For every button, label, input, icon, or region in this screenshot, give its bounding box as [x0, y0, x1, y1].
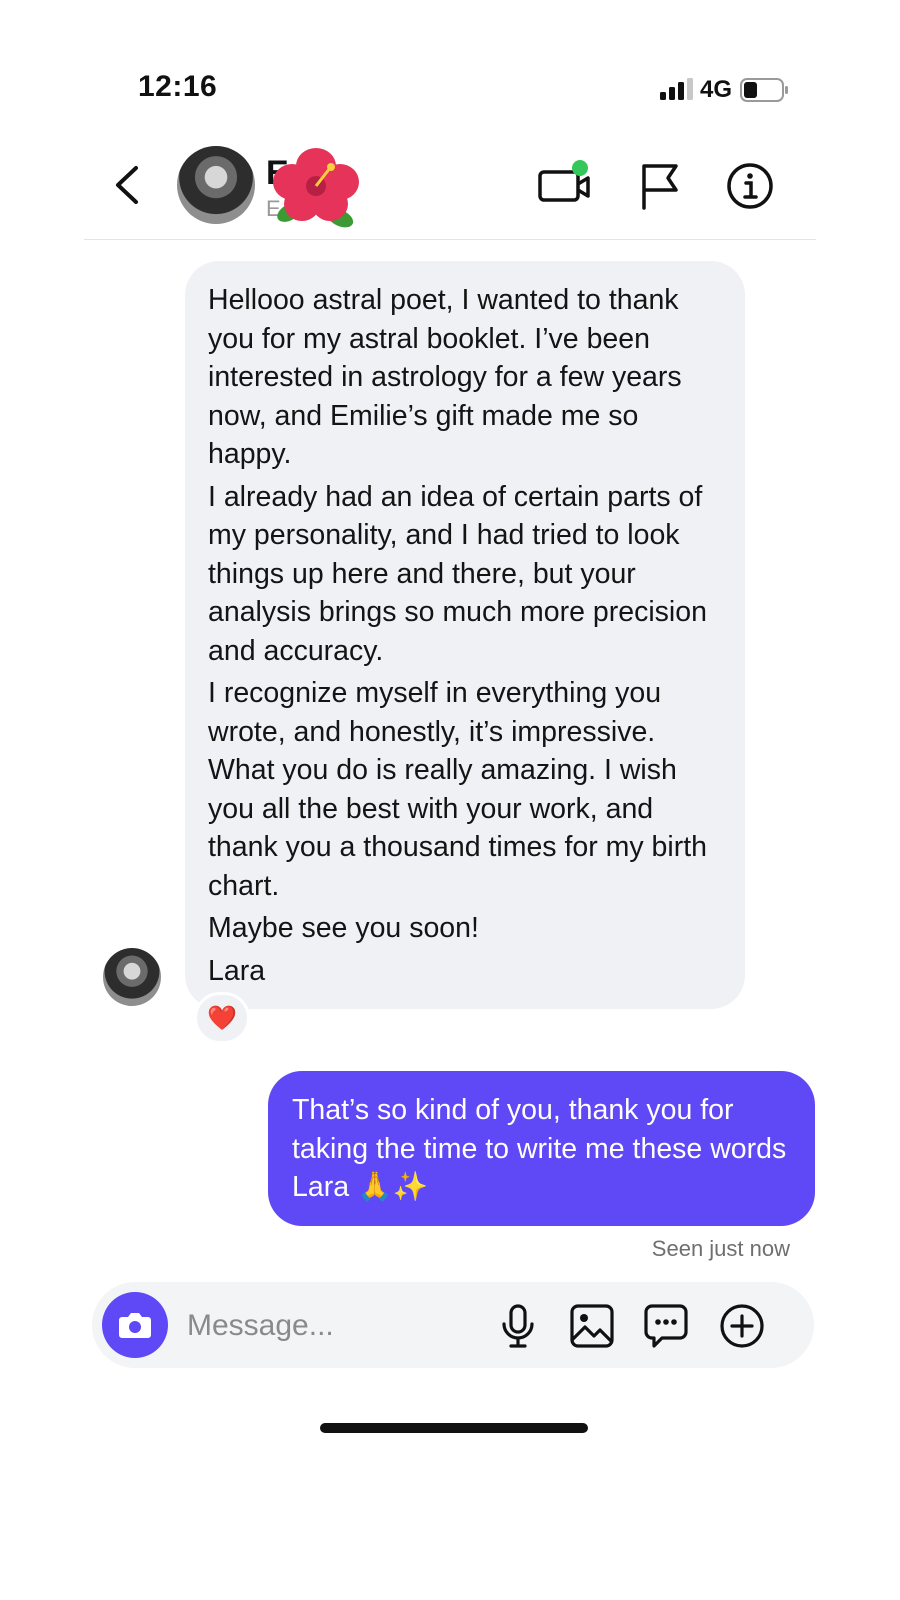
seen-status: Seen just now — [651, 1236, 790, 1261]
contact-avatar[interactable] — [177, 146, 255, 224]
message-paragraph: I recognize myself in everything you wro… — [208, 677, 708, 902]
plus-circle-icon[interactable] — [718, 1302, 766, 1350]
camera-icon — [119, 1313, 151, 1338]
message-paragraph: Hellooo astral poet, I wanted to thank y… — [208, 284, 682, 470]
microphone-icon[interactable] — [494, 1302, 542, 1350]
online-dot-icon — [572, 160, 588, 176]
sticker-chat-icon[interactable] — [642, 1302, 690, 1350]
flag-icon[interactable] — [632, 158, 688, 214]
status-time: 12:16 — [138, 70, 218, 103]
camera-button[interactable] — [102, 1292, 168, 1358]
back-icon[interactable] — [110, 160, 146, 210]
heart-reaction-icon[interactable]: ❤️ — [194, 992, 250, 1044]
outgoing-message-text: That’s so kind of you, thank you for tak… — [292, 1094, 787, 1203]
header-divider — [84, 239, 816, 240]
outgoing-message-bubble[interactable]: That’s so kind of you, thank you for tak… — [268, 1071, 815, 1226]
info-icon[interactable] — [722, 158, 778, 214]
sender-avatar[interactable] — [103, 948, 161, 1006]
message-input[interactable] — [185, 1300, 489, 1352]
hibiscus-sticker-icon — [273, 148, 359, 228]
message-paragraph: Maybe see you soon! — [208, 912, 479, 944]
home-indicator[interactable] — [320, 1423, 588, 1433]
message-paragraph: I already had an idea of certain parts o… — [208, 480, 707, 667]
network-type: 4G — [700, 76, 733, 103]
message-signature: Lara — [208, 954, 266, 987]
signal-icon — [660, 78, 693, 100]
image-icon[interactable] — [568, 1302, 616, 1350]
video-call-icon[interactable] — [538, 158, 594, 214]
battery-icon — [740, 78, 788, 102]
incoming-message-bubble[interactable]: Hellooo astral poet, I wanted to thank y… — [185, 261, 745, 1009]
